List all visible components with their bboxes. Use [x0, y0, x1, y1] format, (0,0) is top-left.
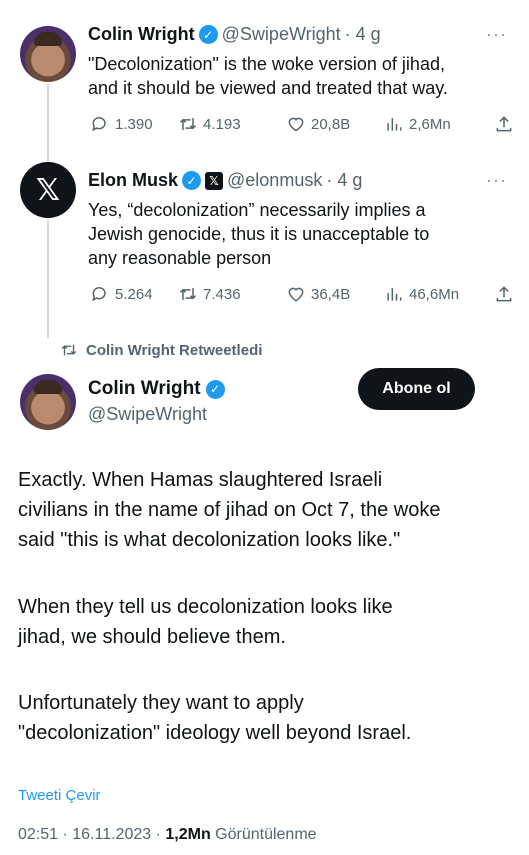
tweet-text-line: any reasonable person [88, 248, 272, 268]
views-count: 46,6Mn [409, 285, 460, 303]
x-affiliation-icon: 𝕏 [205, 171, 224, 190]
like-icon [288, 117, 304, 132]
retweet-icon [179, 118, 197, 130]
tweet-text: "Decolonization" is the woke version of … [88, 52, 448, 100]
share-icon [496, 116, 512, 132]
like-icon [288, 287, 304, 302]
retweet-icon [179, 288, 197, 300]
retweet-button[interactable]: 7.436 [178, 284, 286, 304]
avatar[interactable] [20, 26, 76, 82]
author-name[interactable]: Colin Wright [88, 24, 195, 45]
reply-icon [92, 287, 106, 302]
tweet-time[interactable]: · 4 g [326, 170, 362, 191]
tweet-paragraph: When they tell us decolonization looks l… [18, 592, 513, 652]
x-logo-icon[interactable]: 𝕏 [20, 162, 76, 218]
tweet-paragraph: Exactly. When Hamas slaughtered Israeli … [18, 465, 513, 555]
tweet-text-line: Yes, “decolonization” necessarily implie… [88, 200, 426, 220]
retweet-icon [61, 344, 77, 356]
retweet-count: 4.193 [203, 115, 241, 133]
author-handle[interactable]: @SwipeWright [88, 404, 207, 425]
tweet-time[interactable]: · 4 g [345, 24, 381, 45]
timestamp[interactable]: 02:51 · 16.11.2023 · [18, 826, 165, 843]
like-count: 20,8B [311, 115, 351, 133]
tweet-text-line: jihad, we should believe them. [18, 626, 286, 648]
views-icon [387, 288, 402, 301]
tweet-actions: 1.390 4.193 20,8B 2,6Mn [90, 114, 514, 134]
author-handle[interactable]: @elonmusk [227, 170, 322, 191]
tweet-text-line: Unfortunately they want to apply [18, 692, 304, 714]
tweet-paragraph: Unfortunately they want to apply "decolo… [18, 688, 513, 748]
author-name-row: Colin Wright ✓ [88, 378, 225, 400]
tweet-text-line: "Decolonization" is the woke version of … [88, 54, 445, 74]
share-button[interactable] [494, 284, 514, 304]
retweeted-by[interactable]: Colin Wright Retweetledi [60, 341, 262, 359]
verified-icon: ✓ [205, 379, 225, 399]
views-button[interactable]: 46,6Mn [384, 284, 494, 304]
author-name[interactable]: Colin Wright [88, 378, 201, 400]
retweeted-by-label: Colin Wright Retweetledi [86, 341, 263, 359]
tweet-header: Elon Musk ✓ 𝕏 @elonmusk · 4 g [88, 170, 362, 191]
reply-count: 5.264 [115, 285, 153, 303]
verified-icon: ✓ [182, 171, 202, 190]
author-handle[interactable]: @SwipeWright [222, 24, 341, 45]
tweet-actions: 5.264 7.436 36,4B 46,6Mn [90, 284, 514, 304]
retweet-button[interactable]: 4.193 [178, 114, 286, 134]
verified-icon: ✓ [198, 25, 218, 44]
reply-icon [92, 117, 106, 132]
views-icon [387, 118, 402, 131]
tweet-text-line: Exactly. When Hamas slaughtered Israeli [18, 469, 383, 491]
more-options-icon[interactable]: ··· [486, 170, 507, 191]
retweet-count: 7.436 [203, 285, 241, 303]
views-count: 2,6Mn [409, 115, 451, 133]
tweet-text: Yes, “decolonization” necessarily implie… [88, 198, 429, 270]
like-button[interactable]: 36,4B [286, 284, 384, 304]
avatar[interactable] [20, 374, 76, 430]
share-icon [496, 286, 512, 302]
tweet-text-line: said "this is what decolonization looks … [18, 529, 401, 551]
view-count: 1,2Mn [165, 826, 211, 843]
tweet-text-line: "decolonization" ideology well beyond Is… [18, 722, 412, 744]
like-count: 36,4B [311, 285, 351, 303]
views-label: Görüntülenme [210, 826, 317, 843]
reply-button[interactable]: 1.390 [90, 114, 178, 134]
like-button[interactable]: 20,8B [286, 114, 384, 134]
tweet-text-line: When they tell us decolonization looks l… [18, 596, 393, 618]
more-options-icon[interactable]: ··· [486, 24, 507, 45]
reply-count: 1.390 [115, 115, 153, 133]
tweet-text-line: civilians in the name of jihad on Oct 7,… [18, 499, 441, 521]
follow-button[interactable]: Abone ol [358, 368, 475, 410]
tweet-text-line: Jewish genocide, thus it is unacceptable… [88, 224, 430, 244]
tweet-header: Colin Wright ✓ @SwipeWright · 4 g [88, 24, 381, 45]
reply-button[interactable]: 5.264 [90, 284, 178, 304]
thread-connector [47, 84, 49, 162]
tweet-text-line: and it should be viewed and treated that… [88, 78, 448, 98]
author-name[interactable]: Elon Musk [88, 170, 178, 191]
translate-link[interactable]: Tweeti Çevir [18, 787, 101, 804]
tweet-meta: 02:51 · 16.11.2023 · 1,2Mn Görüntülenme [18, 826, 317, 844]
views-button[interactable]: 2,6Mn [384, 114, 494, 134]
share-button[interactable] [494, 114, 514, 134]
thread-connector [47, 220, 49, 338]
